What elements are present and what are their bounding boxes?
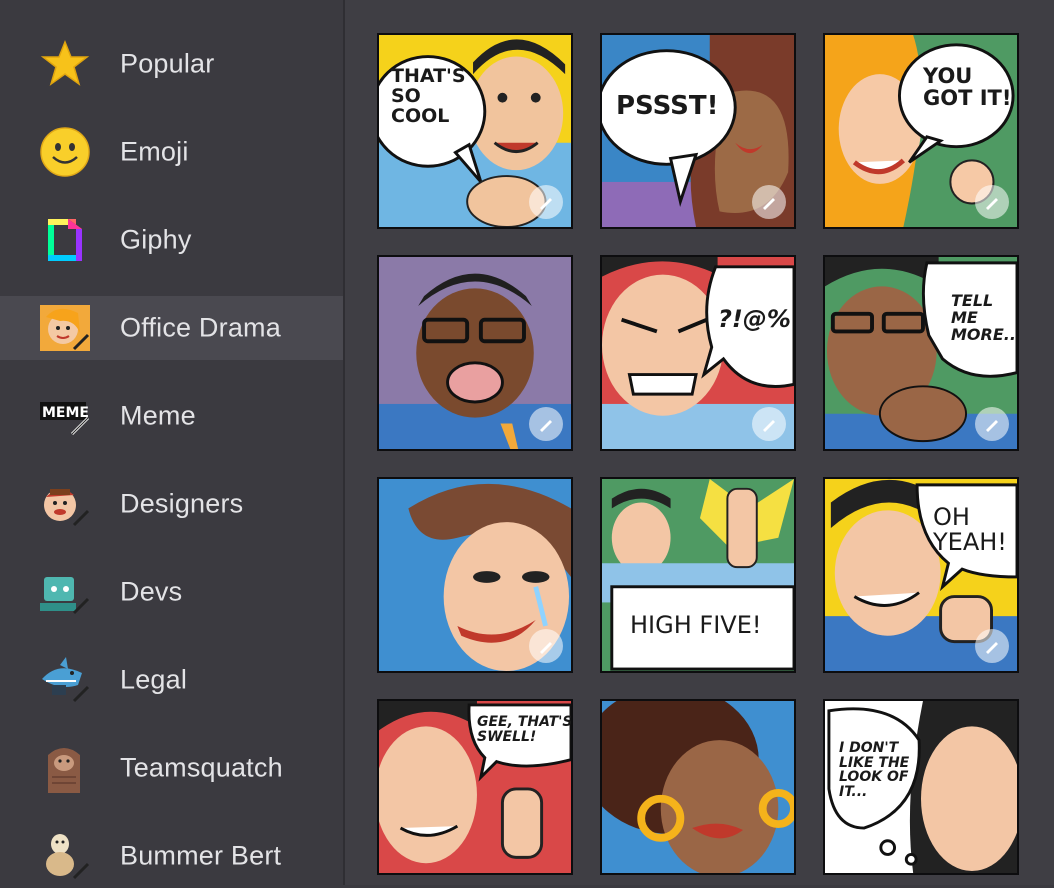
edit-icon[interactable] xyxy=(752,407,786,441)
category-label: Teamsquatch xyxy=(120,752,283,783)
sticker-oh-yeah[interactable]: OH YEAH! xyxy=(823,477,1019,673)
edit-icon[interactable] xyxy=(975,629,1009,663)
category-label: Giphy xyxy=(120,224,192,255)
sticker-high-five[interactable]: HIGH FIVE! xyxy=(600,477,796,673)
category-label: Legal xyxy=(120,664,188,695)
sticker-category-sidebar: Popular Emoji Giphy Office Drama MEME Me… xyxy=(0,0,345,885)
sticker-caption: ?!@% xyxy=(718,305,791,333)
star-icon xyxy=(38,38,92,90)
sticker-laughing-man[interactable] xyxy=(377,255,573,451)
sticker-thats-so-cool[interactable]: THAT'S SO COOL xyxy=(377,33,573,229)
edit-icon[interactable] xyxy=(975,185,1009,219)
designers-icon xyxy=(38,478,92,530)
office-drama-icon xyxy=(38,302,92,354)
sticker-tell-me-more[interactable]: TELL ME MORE... xyxy=(823,255,1019,451)
meme-icon: MEME xyxy=(38,390,92,442)
giphy-icon xyxy=(38,214,92,266)
teamsquatch-icon xyxy=(38,742,92,794)
category-label: Designers xyxy=(120,488,244,519)
sticker-caption: HIGH FIVE! xyxy=(630,611,762,639)
sticker-skeptical-woman[interactable] xyxy=(600,699,796,875)
category-label: Bummer Bert xyxy=(120,840,282,871)
category-bummer-bert[interactable]: Bummer Bert xyxy=(0,824,343,888)
sticker-caption: OH YEAH! xyxy=(933,503,1007,557)
comic-art xyxy=(602,479,794,671)
sticker-you-got-it[interactable]: YOU GOT IT! xyxy=(823,33,1019,229)
sticker-caption: PSSST! xyxy=(616,91,719,121)
category-giphy[interactable]: Giphy xyxy=(0,208,343,272)
edit-icon[interactable] xyxy=(529,407,563,441)
comic-art xyxy=(602,701,794,873)
category-label: Meme xyxy=(120,400,196,431)
category-label: Devs xyxy=(120,576,183,607)
category-designers[interactable]: Designers xyxy=(0,472,343,536)
category-label: Emoji xyxy=(120,136,189,167)
sticker-grid: THAT'S SO COOL PSSST! YOU GOT IT! ?!@% T… xyxy=(345,0,1054,885)
legal-shark-icon xyxy=(38,654,92,706)
devs-icon xyxy=(38,566,92,618)
edit-icon[interactable] xyxy=(752,185,786,219)
sticker-gee-thats-swell[interactable]: GEE, THAT'S SWELL! xyxy=(377,699,573,875)
category-emoji[interactable]: Emoji xyxy=(0,120,343,184)
sticker-caption: GEE, THAT'S SWELL! xyxy=(477,714,573,745)
category-label: Office Drama xyxy=(120,312,281,343)
edit-icon[interactable] xyxy=(529,185,563,219)
sticker-pssst[interactable]: PSSST! xyxy=(600,33,796,229)
edit-icon[interactable] xyxy=(529,629,563,663)
category-meme[interactable]: MEME Meme xyxy=(0,384,343,448)
sticker-caption: TELL ME MORE... xyxy=(951,291,1019,344)
category-label: Popular xyxy=(120,48,215,79)
sticker-caption: THAT'S SO COOL xyxy=(391,65,466,127)
smiley-icon xyxy=(38,126,92,178)
svg-text:MEME: MEME xyxy=(42,405,89,421)
category-devs[interactable]: Devs xyxy=(0,560,343,624)
sticker-crying-woman[interactable] xyxy=(377,477,573,673)
category-teamsquatch[interactable]: Teamsquatch xyxy=(0,736,343,800)
category-popular[interactable]: Popular xyxy=(0,32,343,96)
sticker-caption: I DON'T LIKE THE LOOK OF IT... xyxy=(839,740,910,801)
sticker-dont-like-the-look[interactable]: I DON'T LIKE THE LOOK OF IT... xyxy=(823,699,1019,875)
edit-icon[interactable] xyxy=(975,407,1009,441)
bummer-bert-icon xyxy=(38,830,92,882)
category-office-drama[interactable]: Office Drama xyxy=(0,296,343,360)
sticker-angry-swear[interactable]: ?!@% xyxy=(600,255,796,451)
category-legal[interactable]: Legal xyxy=(0,648,343,712)
sticker-caption: YOU GOT IT! xyxy=(923,64,1012,111)
